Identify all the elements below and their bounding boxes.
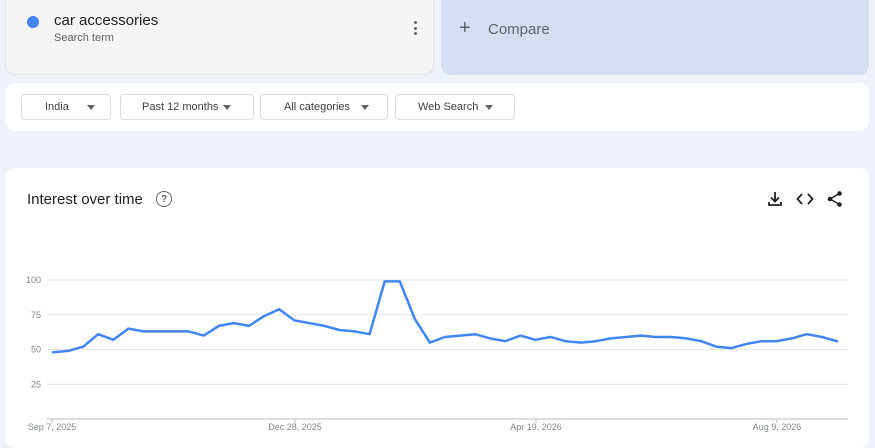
more-options-icon[interactable] [409,21,421,35]
x-tick-label: Dec 28, 2025 [268,422,322,432]
category-filter-label: All categories [284,101,351,113]
category-filter[interactable]: All categories [260,94,388,120]
source-filter-label: Web Search [418,101,479,113]
chevron-down-icon [485,105,493,110]
series-line [51,280,839,354]
time-filter-label: Past 12 months [142,101,219,113]
plus-icon: + [459,17,471,39]
x-tick-label: Aug 9, 2026 [753,422,802,432]
y-tick-label: 50 [31,345,41,355]
x-tick-label: Sep 7, 2025 [28,422,77,432]
region-filter[interactable]: India [21,94,111,120]
x-tick-label: Apr 19, 2026 [510,422,562,432]
interest-chart: 25 50 75 100 Sep 7, 2025 Dec 28, 2025 Apr 19, … [26,275,848,432]
y-tick-label: 100 [26,275,41,285]
compare-label: Compare [488,21,550,38]
chevron-down-icon [361,105,369,110]
time-filter[interactable]: Past 12 months [120,94,254,120]
y-tick-label: 75 [31,310,41,320]
chevron-down-icon [87,105,95,110]
source-filter[interactable]: Web Search [395,94,515,120]
series-color-dot [27,16,39,28]
region-filter-label: India [45,101,69,113]
interest-over-time-card: Interest over time ? 25 50 75 100 Sep 7, 202… [5,168,869,448]
y-tick-label: 25 [31,379,41,389]
compare-button[interactable]: + Compare [441,0,869,75]
filter-bar: India Past 12 months All categories Web … [5,83,869,131]
search-term-name[interactable]: car accessories [54,12,158,29]
chevron-down-icon [223,105,231,110]
search-term-card[interactable]: car accessories Search term [5,0,434,75]
search-term-subtitle: Search term [54,32,114,44]
